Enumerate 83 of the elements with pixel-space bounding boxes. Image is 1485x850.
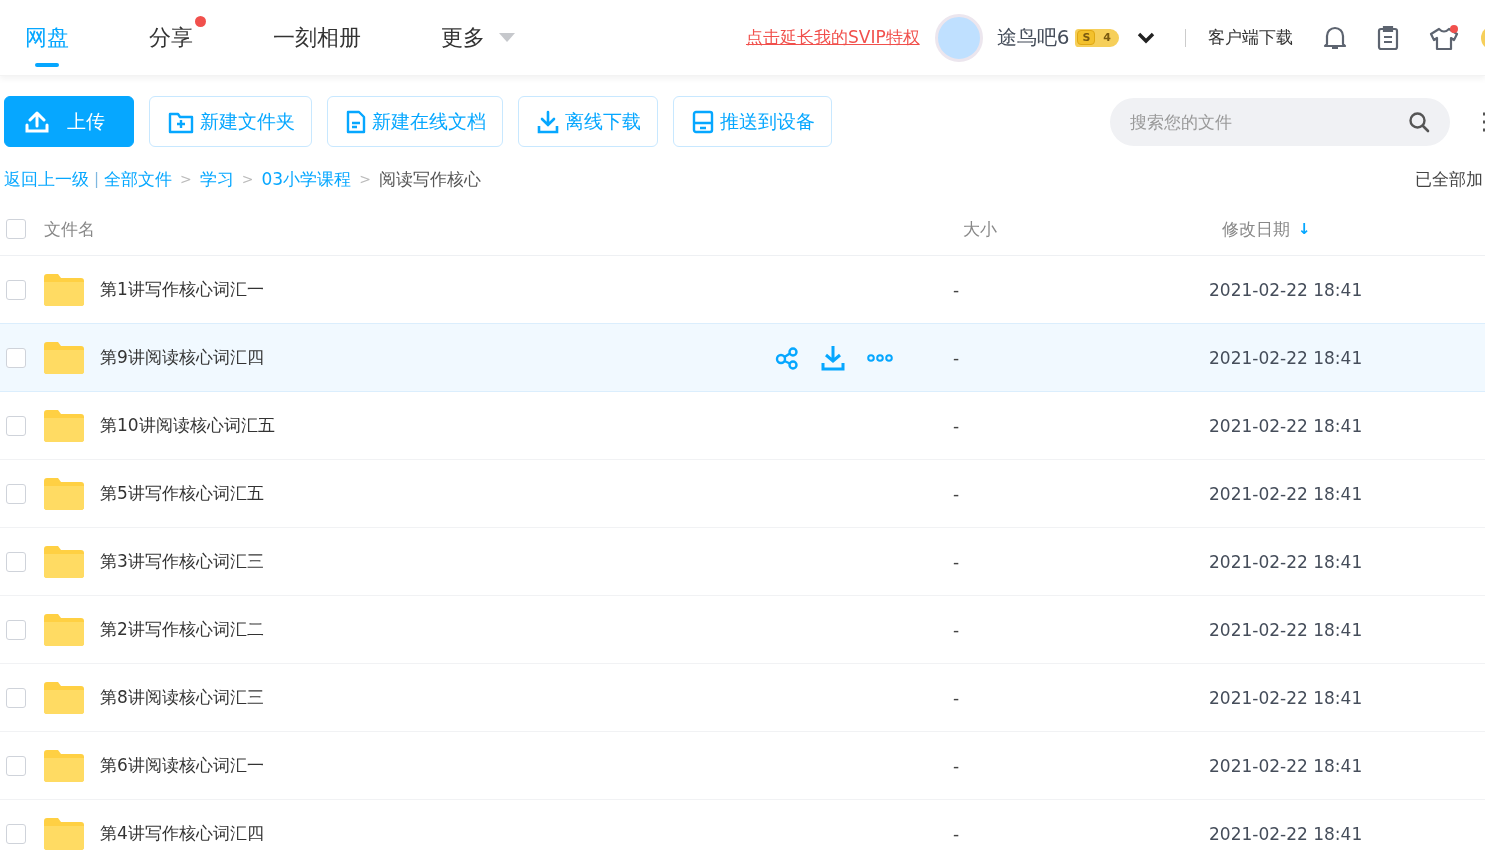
- download-icon: [537, 109, 559, 134]
- file-size: -: [953, 687, 961, 708]
- column-header[interactable]: 文件名: [44, 217, 775, 241]
- folder-icon: [44, 613, 84, 646]
- document-icon: [346, 109, 366, 134]
- search-icon[interactable]: [1408, 110, 1430, 133]
- share-icon[interactable]: [775, 345, 799, 370]
- folder-icon: [44, 681, 84, 714]
- folder-icon: [44, 749, 84, 782]
- row-checkbox[interactable]: [6, 619, 26, 640]
- file-name[interactable]: 第2讲写作核心词汇二: [100, 618, 775, 641]
- breadcrumb-arrow: >: [359, 171, 371, 187]
- column-header[interactable]: 大小: [953, 217, 1209, 241]
- file-name[interactable]: 第1讲写作核心词汇一: [100, 278, 775, 301]
- file-size: -: [953, 415, 961, 436]
- folder-icon: [44, 409, 84, 442]
- file-row[interactable]: 第2讲写作核心词汇二 - 2021-02-22 18:41: [0, 596, 1485, 664]
- device-icon: [692, 109, 714, 134]
- breadcrumb-item: 阅读写作核心: [378, 167, 481, 191]
- upload-icon: [25, 110, 49, 133]
- file-size: -: [953, 483, 961, 504]
- modified-date: 2021-02-22 18:41: [1209, 823, 1364, 844]
- modified-date: 2021-02-22 18:41: [1209, 551, 1364, 572]
- row-checkbox[interactable]: [6, 415, 26, 436]
- modified-date: 2021-02-22 18:41: [1209, 619, 1364, 640]
- bell-icon[interactable]: [1323, 24, 1347, 51]
- load-status: 已全部加: [1415, 167, 1483, 191]
- modified-date: 2021-02-22 18:41: [1209, 755, 1364, 776]
- nav-tab[interactable]: 更多: [441, 9, 515, 66]
- folder-icon: [44, 273, 84, 306]
- file-name[interactable]: 第6讲阅读核心词汇一: [100, 754, 775, 777]
- chevron-down-icon[interactable]: [1137, 31, 1155, 44]
- file-name[interactable]: 第5讲写作核心词汇五: [100, 482, 775, 505]
- row-checkbox[interactable]: [6, 687, 26, 708]
- row-checkbox[interactable]: [6, 347, 26, 368]
- file-row[interactable]: 第3讲写作核心词汇三 - 2021-02-22 18:41: [0, 528, 1485, 596]
- file-name[interactable]: 第3讲写作核心词汇三: [100, 550, 775, 573]
- file-size: -: [953, 823, 961, 844]
- search-field[interactable]: 搜索您的文件: [1110, 97, 1450, 146]
- file-row[interactable]: 第4讲写作核心词汇四 - 2021-02-22 18:41: [0, 800, 1485, 850]
- file-row[interactable]: 第5讲写作核心词汇五 - 2021-02-22 18:41: [0, 460, 1485, 528]
- nav-tab[interactable]: 分享: [149, 9, 206, 66]
- file-row[interactable]: 第10讲阅读核心词汇五 - 2021-02-22 18:41: [0, 392, 1485, 460]
- breadcrumb-arrow: >: [241, 171, 254, 187]
- modified-date: 2021-02-22 18:41: [1209, 279, 1364, 300]
- clipboard-icon[interactable]: [1377, 24, 1399, 51]
- more-icon[interactable]: [867, 353, 893, 362]
- svip-promo-link[interactable]: 点击延长我的SVIP特权: [746, 26, 920, 49]
- folder-icon: [44, 545, 84, 578]
- file-row[interactable]: 第9讲阅读核心词汇四 - 2021-02-22 18:41: [0, 323, 1485, 392]
- modified-date: 2021-02-22 18:41: [1209, 483, 1364, 504]
- vip-badge: S 4: [1075, 28, 1119, 47]
- client-download-link[interactable]: 客户端下载: [1208, 26, 1293, 49]
- row-checkbox[interactable]: [6, 823, 26, 844]
- file-size: -: [953, 619, 961, 640]
- nav-tab[interactable]: 一刻相册: [273, 9, 361, 66]
- file-size: -: [953, 755, 961, 776]
- shirt-icon[interactable]: [1429, 24, 1459, 51]
- file-name[interactable]: 第10讲阅读核心词汇五: [100, 414, 775, 437]
- file-name[interactable]: 第9讲阅读核心词汇四: [100, 346, 775, 369]
- file-size: -: [953, 347, 961, 368]
- row-checkbox[interactable]: [6, 483, 26, 504]
- file-row[interactable]: 第6讲阅读核心词汇一 - 2021-02-22 18:41: [0, 732, 1485, 800]
- file-size: -: [953, 551, 961, 572]
- file-name[interactable]: 第4讲写作核心词汇四: [100, 822, 775, 845]
- file-size: -: [953, 279, 961, 300]
- file-row[interactable]: 第8讲阅读核心词汇三 - 2021-02-22 18:41: [0, 664, 1485, 732]
- folder-icon: [44, 817, 84, 850]
- select-all-checkbox[interactable]: [6, 219, 26, 239]
- modified-date: 2021-02-22 18:41: [1209, 347, 1364, 368]
- column-header[interactable]: 修改日期: [1222, 217, 1290, 241]
- modified-date: 2021-02-22 18:41: [1209, 415, 1364, 436]
- user-name[interactable]: 途鸟吧6: [996, 24, 1070, 51]
- breadcrumb-arrow: >: [180, 171, 192, 187]
- download-icon[interactable]: [821, 344, 845, 371]
- row-checkbox[interactable]: [6, 551, 26, 572]
- folder-icon: [44, 341, 84, 374]
- folder-icon: [44, 477, 84, 510]
- modified-date: 2021-02-22 18:41: [1209, 687, 1364, 708]
- file-name[interactable]: 第8讲阅读核心词汇三: [100, 686, 775, 709]
- row-checkbox[interactable]: [6, 755, 26, 776]
- breadcrumb-separator: |: [94, 170, 100, 188]
- row-checkbox[interactable]: [6, 279, 26, 300]
